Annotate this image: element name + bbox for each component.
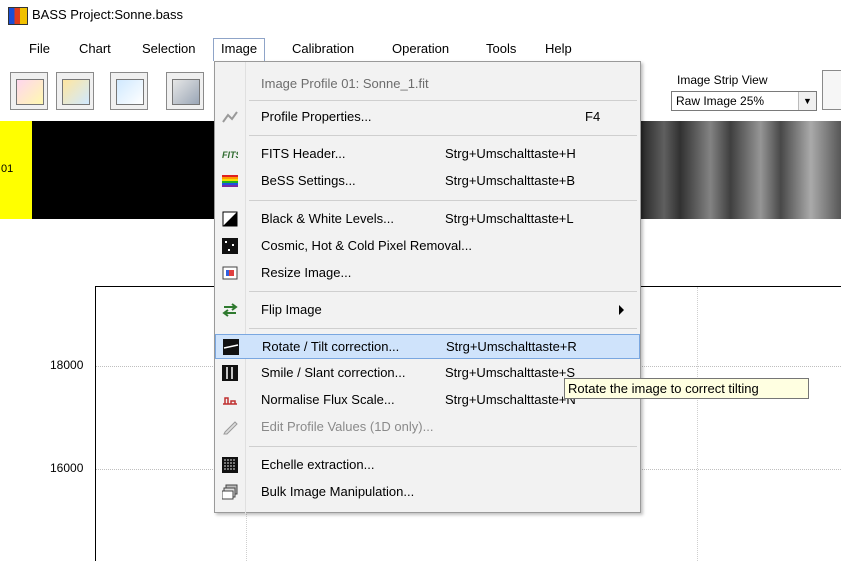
menu-separator [249,291,637,292]
menu-item-echelle-extraction[interactable]: Echelle extraction... [215,453,640,478]
profile-properties-icon [222,109,238,125]
spectrum-preview [640,121,841,219]
save-chart-button[interactable] [110,72,148,110]
title-bar: BASS Project:Sonne.bass [0,0,841,30]
menu-item-label: Normalise Flux Scale... [261,392,395,407]
submenu-arrow-icon [619,305,624,315]
menu-item-label: Edit Profile Values (1D only)... [261,419,434,434]
strip-view-select[interactable]: Raw Image 25% ▼ [671,91,817,111]
menu-item-label: Bulk Image Manipulation... [261,484,415,499]
menu-separator [249,135,637,136]
menu-item-label: BeSS Settings... [261,173,356,188]
menu-item-bess-settings[interactable]: BeSS Settings... Strg+Umschalttaste+B [215,169,640,194]
menu-item-label: Flip Image [261,302,322,317]
open-folder-icon [62,79,90,105]
chevron-down-icon[interactable]: ▼ [798,92,816,110]
menu-item-label: Black & White Levels... [261,211,394,226]
tools-icon [172,79,200,105]
menu-help[interactable]: Help [538,38,579,60]
menu-calibration[interactable]: Calibration [285,38,361,60]
gridline [697,287,698,561]
menu-selection[interactable]: Selection [135,38,202,60]
menu-chart[interactable]: Chart [72,38,118,60]
menu-item-rotate-tilt[interactable]: Rotate / Tilt correction... Strg+Umschal… [215,334,640,359]
menu-item-shortcut: Strg+Umschalttaste+S [445,365,576,380]
resize-icon [222,265,238,281]
menu-item-label: Cosmic, Hot & Cold Pixel Removal... [261,238,472,253]
menu-item-label: Echelle extraction... [261,457,375,472]
fits-icon: FITS [222,146,242,162]
normalise-icon [222,392,238,408]
menu-item-pixel-removal[interactable]: Cosmic, Hot & Cold Pixel Removal... [215,234,640,259]
open-chart-button[interactable] [56,72,94,110]
chart-tool-button[interactable] [822,70,841,110]
menu-image[interactable]: Image [213,38,266,61]
svg-text:FITS: FITS [222,150,238,160]
pencil-icon [222,419,238,435]
menu-item-shortcut: Strg+Umschalttaste+R [446,339,577,354]
rotate-icon [223,339,239,355]
app-icon [8,7,28,25]
strip-view-value: Raw Image 25% [676,94,765,108]
bulk-icon [221,484,238,500]
menu-item-resize-image[interactable]: Resize Image... [215,261,640,286]
new-chart-button[interactable] [10,72,48,110]
menu-tools[interactable]: Tools [479,38,523,60]
y-tick-label: 16000 [50,461,84,475]
menu-item-fits-header[interactable]: FITS FITS Header... Strg+Umschalttaste+H [215,142,640,167]
menu-separator [249,328,637,329]
echelle-icon [222,457,238,473]
menu-item-edit-profile-values[interactable]: Edit Profile Values (1D only)... [215,415,640,440]
new-chart-icon [16,79,44,105]
menu-operation[interactable]: Operation [385,38,456,60]
menu-item-shortcut: F4 [585,109,601,124]
menu-item-label: Profile Properties... [261,109,372,124]
menu-item-label: Resize Image... [261,265,352,280]
image-menu-dropdown: Image Profile 01: Sonne_1.fit Profile Pr… [214,61,641,514]
y-tick-label: 18000 [50,358,84,372]
rainbow-icon [222,173,238,189]
menu-item-bulk-manipulation[interactable]: Bulk Image Manipulation... [215,480,640,505]
menu-item-label: FITS Header... [261,146,346,161]
menu-item-shortcut: Strg+Umschalttaste+B [445,173,576,188]
strip-view-label: Image Strip View [677,73,768,87]
tooltip: Rotate the image to correct tilting [564,378,809,399]
menu-item-shortcut: Strg+Umschalttaste+H [445,146,576,161]
menu-separator [249,200,637,201]
contrast-icon [222,211,238,227]
flip-icon [222,302,238,318]
menu-item-label: Smile / Slant correction... [261,365,406,380]
settings-button[interactable] [166,72,204,110]
strip-number: 01 [1,163,14,175]
window-title: BASS Project:Sonne.bass [32,7,184,22]
menu-separator [249,446,637,447]
smile-icon [222,365,238,381]
menu-separator [249,100,637,101]
menu-item-shortcut: Strg+Umschalttaste+N [445,392,576,407]
menu-item-flip-image[interactable]: Flip Image [215,298,640,323]
menu-item-black-white-levels[interactable]: Black & White Levels... Strg+Umschalttas… [215,207,640,232]
menu-item-profile-properties[interactable]: Profile Properties... F4 [215,105,640,130]
menu-file[interactable]: File [22,38,57,60]
save-icon [116,79,144,105]
menu-bar: File Chart Selection Image Calibration O… [0,38,841,61]
menu-item-shortcut: Strg+Umschalttaste+L [445,211,574,226]
menu-header-label: Image Profile 01: Sonne_1.fit [261,76,429,91]
menu-item-label: Rotate / Tilt correction... [262,339,400,354]
menu-header: Image Profile 01: Sonne_1.fit [215,72,640,97]
pixel-noise-icon [222,238,238,254]
